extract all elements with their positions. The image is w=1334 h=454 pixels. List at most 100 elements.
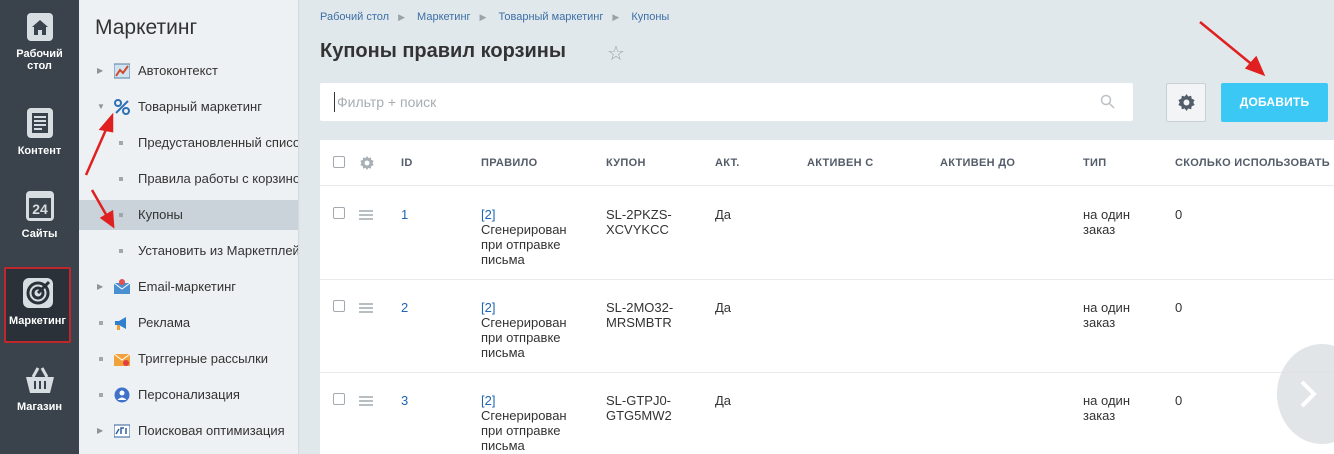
sidebar-item-ads[interactable]: Реклама bbox=[79, 308, 298, 338]
rail-item-shop[interactable]: Магазин bbox=[0, 365, 79, 413]
sidebar-item-trigger-mailings[interactable]: Триггерные рассылки bbox=[79, 344, 298, 374]
chart-icon bbox=[114, 63, 130, 79]
breadcrumb-link-coupons[interactable]: Купоны bbox=[631, 11, 669, 23]
table-row[interactable]: 3 [2] Сгенерирован при отправке письма S… bbox=[320, 373, 1334, 454]
bullet bbox=[99, 393, 103, 397]
sidebar-item-preset-list[interactable]: Предустановленный список bbox=[79, 128, 299, 158]
select-all-checkbox[interactable] bbox=[333, 156, 345, 168]
coupon-text: XCVYKCC bbox=[606, 222, 669, 237]
type-text: на один bbox=[1083, 300, 1130, 315]
table-row[interactable]: 2 [2] Сгенерирован при отправке письма S… bbox=[320, 280, 1334, 373]
row-menu-icon[interactable] bbox=[359, 210, 373, 222]
main-menu-rail: Рабочий стол Контент 24 Сайты Маркетинг bbox=[0, 0, 79, 454]
search-icon[interactable] bbox=[1100, 94, 1115, 109]
column-header-type[interactable]: ТИП bbox=[1083, 157, 1106, 169]
rule-text: письма bbox=[481, 345, 525, 360]
rail-label-marketing: Маркетинг bbox=[9, 315, 66, 327]
filter-search-box[interactable] bbox=[320, 83, 1133, 121]
sidebar-item-marketplace[interactable]: Установить из Маркетплейса bbox=[79, 236, 298, 266]
sidebar-item-coupons[interactable]: Купоны bbox=[79, 200, 298, 230]
column-header-active-from[interactable]: АКТИВЕН С bbox=[807, 157, 873, 169]
rail-item-marketing[interactable]: Маркетинг bbox=[4, 267, 71, 343]
cell-type: на один заказ bbox=[1083, 393, 1130, 423]
rule-link[interactable]: [2] bbox=[481, 207, 567, 222]
cell-rule[interactable]: [2] Сгенерирован при отправке письма bbox=[481, 207, 567, 267]
rail-item-desktop[interactable]: Рабочий стол bbox=[0, 12, 79, 72]
coupon-text: SL-GTPJ0- bbox=[606, 393, 672, 408]
bullet bbox=[99, 357, 103, 361]
column-header-active[interactable]: АКТ. bbox=[715, 157, 740, 169]
rule-text: письма bbox=[481, 252, 525, 267]
cell-type: на один заказ bbox=[1083, 300, 1130, 330]
settings-button[interactable] bbox=[1166, 83, 1206, 122]
calendar-24-icon: 24 bbox=[25, 191, 54, 221]
expand-arrow-icon[interactable]: ▶ bbox=[97, 416, 103, 446]
sidebar-item-seo[interactable]: ▶ Поисковая оптимизация bbox=[79, 416, 298, 446]
cell-id[interactable]: 3 bbox=[401, 393, 408, 408]
rail-label-sites: Сайты bbox=[21, 228, 58, 240]
sidebar-item-product-marketing[interactable]: ▼ Товарный маркетинг bbox=[79, 92, 298, 122]
table-row[interactable]: 1 [2] Сгенерирован при отправке письма S… bbox=[320, 187, 1334, 280]
filter-search-input[interactable] bbox=[334, 92, 1094, 112]
rule-text: Сгенерирован bbox=[481, 222, 567, 237]
coupon-text: MRSMBTR bbox=[606, 315, 672, 330]
cell-rule[interactable]: [2] Сгенерирован при отправке письма bbox=[481, 393, 567, 453]
favorite-star-icon[interactable]: ☆ bbox=[607, 41, 625, 66]
sidebar-item-label: Реклама bbox=[138, 315, 191, 330]
bullet bbox=[99, 321, 103, 325]
rail-item-sites[interactable]: 24 Сайты bbox=[0, 190, 79, 240]
coupon-text: SL-2PKZS- bbox=[606, 207, 672, 222]
row-checkbox[interactable] bbox=[333, 207, 345, 219]
rail-item-content[interactable]: Контент bbox=[0, 107, 79, 157]
coupon-text: SL-2MO32- bbox=[606, 300, 674, 315]
sidebar-item-label: Купоны bbox=[138, 207, 183, 222]
column-settings-gear-icon[interactable] bbox=[360, 156, 374, 170]
rule-link[interactable]: [2] bbox=[481, 300, 567, 315]
rail-label-content: Контент bbox=[17, 145, 62, 157]
rule-text: при отправке bbox=[481, 330, 561, 345]
sidebar-item-autocontext[interactable]: ▶ Автоконтекст bbox=[79, 56, 298, 86]
bullet bbox=[119, 177, 123, 181]
column-header-coupon[interactable]: КУПОН bbox=[606, 157, 646, 169]
column-header-rule[interactable]: ПРАВИЛО bbox=[481, 157, 537, 169]
column-header-active-to[interactable]: АКТИВЕН ДО bbox=[940, 157, 1015, 169]
type-text: заказ bbox=[1083, 315, 1116, 330]
cell-rule[interactable]: [2] Сгенерирован при отправке письма bbox=[481, 300, 567, 360]
main-content: Рабочий стол ▶ Маркетинг ▶ Товарный маркет… bbox=[300, 0, 1334, 454]
cell-usage-count: 0 bbox=[1175, 207, 1183, 222]
cell-coupon: SL-GTPJ0- GTG5MW2 bbox=[606, 393, 672, 423]
breadcrumb-link-product-marketing[interactable]: Товарный маркетинг bbox=[499, 11, 604, 23]
add-button[interactable]: ДОБАВИТЬ bbox=[1221, 83, 1328, 122]
row-checkbox[interactable] bbox=[333, 300, 345, 312]
sidebar-item-cart-rules[interactable]: Правила работы с корзиной bbox=[79, 164, 298, 194]
cell-id[interactable]: 1 bbox=[401, 207, 408, 222]
percent-icon bbox=[114, 99, 130, 115]
envelope-trigger-icon bbox=[114, 353, 130, 366]
coupon-text: GTG5MW2 bbox=[606, 408, 672, 423]
row-checkbox[interactable] bbox=[333, 393, 345, 405]
row-menu-icon[interactable] bbox=[359, 303, 373, 315]
cell-id[interactable]: 2 bbox=[401, 300, 408, 315]
breadcrumb-link-desktop[interactable]: Рабочий стол bbox=[320, 11, 389, 23]
bullet bbox=[119, 141, 123, 145]
row-menu-icon[interactable] bbox=[359, 396, 373, 408]
email-icon bbox=[114, 279, 130, 294]
cell-usage-count: 0 bbox=[1175, 393, 1183, 408]
column-header-usage-count[interactable]: СКОЛЬКО ИСПОЛЬЗОВАТЬ bbox=[1175, 157, 1330, 169]
collapse-arrow-icon[interactable]: ▼ bbox=[97, 92, 105, 122]
target-icon bbox=[22, 278, 53, 308]
sidebar-item-label: Предустановленный список bbox=[138, 135, 299, 150]
sidebar-item-label: Товарный маркетинг bbox=[138, 99, 262, 114]
sidebar-title: Маркетинг bbox=[95, 16, 198, 39]
expand-arrow-icon[interactable]: ▶ bbox=[97, 56, 103, 86]
sidebar-item-email-marketing[interactable]: ▶ Email-маркетинг bbox=[79, 272, 298, 302]
grid-header: ID ПРАВИЛО КУПОН АКТ. АКТИВЕН С АКТИВЕН … bbox=[320, 140, 1334, 186]
cell-type: на один заказ bbox=[1083, 207, 1130, 237]
expand-arrow-icon[interactable]: ▶ bbox=[97, 272, 103, 302]
rule-link[interactable]: [2] bbox=[481, 393, 567, 408]
rail-label-shop: Магазин bbox=[16, 401, 63, 413]
breadcrumb-link-marketing[interactable]: Маркетинг bbox=[417, 11, 470, 23]
column-header-id[interactable]: ID bbox=[401, 157, 413, 169]
sidebar-item-personalization[interactable]: Персонализация bbox=[79, 380, 298, 410]
cell-coupon: SL-2PKZS- XCVYKCC bbox=[606, 207, 672, 237]
